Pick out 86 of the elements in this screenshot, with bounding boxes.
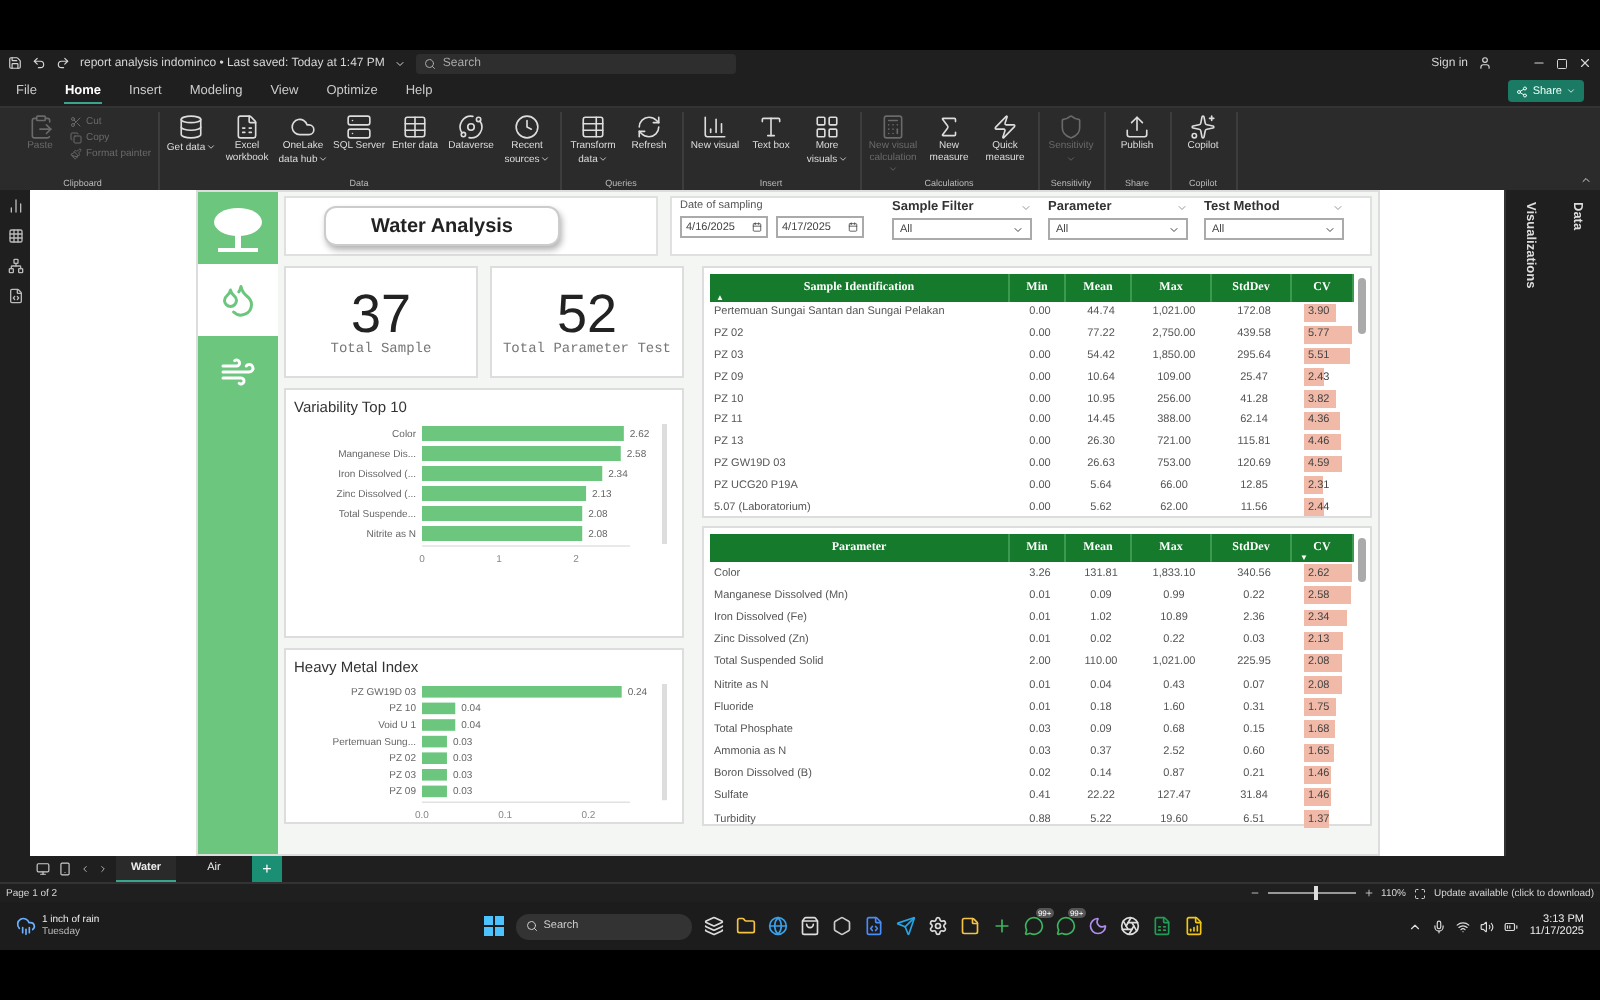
paper-plane-icon[interactable] bbox=[895, 916, 916, 936]
bar bbox=[422, 735, 447, 748]
close-icon[interactable] bbox=[1578, 56, 1592, 70]
chat-icon[interactable] bbox=[1023, 916, 1044, 936]
search-icon bbox=[525, 920, 538, 932]
phone-icon[interactable] bbox=[58, 862, 72, 876]
moon-icon[interactable] bbox=[1087, 916, 1108, 936]
tree-logo bbox=[210, 204, 266, 256]
copy-icon bbox=[70, 132, 82, 144]
microphone-icon[interactable] bbox=[1431, 919, 1446, 933]
scrollbar[interactable] bbox=[662, 424, 667, 544]
lightning-icon bbox=[992, 114, 1019, 140]
cloud-icon bbox=[290, 114, 317, 140]
wind-icon bbox=[220, 354, 256, 390]
bar bbox=[422, 752, 447, 764]
store-icon[interactable] bbox=[799, 916, 820, 936]
calculator-icon bbox=[880, 114, 907, 140]
scrollbar-thumb[interactable] bbox=[1358, 538, 1366, 582]
clipboard-icon bbox=[27, 114, 53, 140]
report-icon[interactable] bbox=[1183, 916, 1204, 936]
plus-icon[interactable] bbox=[991, 916, 1012, 936]
kpi-value: 52 bbox=[556, 287, 618, 341]
orbit-icon bbox=[458, 114, 485, 140]
rain-cloud-icon[interactable] bbox=[16, 916, 36, 936]
spreadsheet-icon bbox=[234, 114, 261, 140]
table-icon bbox=[402, 114, 429, 140]
droplets-icon bbox=[220, 282, 256, 318]
bar bbox=[422, 702, 456, 715]
grid-icon bbox=[814, 114, 841, 140]
bar bbox=[422, 719, 456, 731]
aperture-icon[interactable] bbox=[1119, 916, 1140, 936]
database-icon bbox=[178, 114, 205, 140]
folder-icon[interactable] bbox=[735, 916, 756, 936]
kpi-value: 37 bbox=[350, 287, 412, 341]
calendar-icon bbox=[752, 222, 762, 232]
server-icon bbox=[346, 114, 373, 140]
chevron-left-icon[interactable] bbox=[80, 864, 90, 874]
paintbrush-icon bbox=[70, 148, 82, 160]
hexagon-icon[interactable] bbox=[831, 916, 852, 936]
zoom-thumb[interactable] bbox=[1313, 886, 1318, 900]
bar bbox=[422, 785, 447, 798]
calendar-icon bbox=[848, 222, 858, 232]
battery-icon[interactable] bbox=[1503, 919, 1518, 933]
refresh-icon bbox=[636, 114, 663, 140]
chevron-right-icon[interactable] bbox=[98, 864, 108, 874]
undo-icon[interactable] bbox=[32, 56, 46, 70]
chat-icon[interactable] bbox=[1055, 916, 1076, 936]
report-title: Water Analysis bbox=[324, 206, 560, 246]
minimize-icon[interactable] bbox=[1532, 56, 1546, 70]
bar bbox=[422, 769, 447, 781]
spreadsheet-icon[interactable] bbox=[1151, 916, 1172, 936]
wifi-icon[interactable] bbox=[1455, 919, 1470, 933]
share-icon bbox=[1516, 85, 1529, 97]
table-icon bbox=[580, 114, 607, 140]
sparkles-icon bbox=[1190, 114, 1217, 140]
windows-logo[interactable] bbox=[483, 916, 504, 936]
chevron-down-icon bbox=[1566, 86, 1576, 96]
scrollbar[interactable] bbox=[662, 684, 667, 801]
speaker-icon[interactable] bbox=[1479, 919, 1494, 933]
chevron-down-icon[interactable] bbox=[394, 57, 407, 69]
desktop-icon[interactable] bbox=[36, 862, 50, 876]
upload-icon bbox=[1124, 114, 1151, 140]
chevron-up-icon[interactable] bbox=[1407, 919, 1422, 933]
code-icon[interactable] bbox=[863, 916, 884, 936]
gear-icon[interactable] bbox=[927, 916, 948, 936]
globe-icon[interactable] bbox=[767, 916, 788, 936]
query-view-icon[interactable] bbox=[7, 288, 23, 304]
zoom-out-icon[interactable] bbox=[1249, 888, 1260, 898]
add-page-button[interactable]: + bbox=[252, 856, 282, 882]
model-view-icon[interactable] bbox=[7, 258, 23, 274]
save-icon[interactable] bbox=[8, 56, 22, 70]
clock-icon bbox=[514, 114, 541, 140]
report-view-icon[interactable] bbox=[7, 198, 23, 214]
redo-icon[interactable] bbox=[56, 56, 70, 70]
table-view-icon[interactable] bbox=[7, 228, 23, 244]
user-icon[interactable] bbox=[1478, 56, 1492, 70]
scissors-icon bbox=[70, 116, 82, 128]
scrollbar-thumb[interactable] bbox=[1358, 278, 1366, 334]
note-icon[interactable] bbox=[959, 916, 980, 936]
bar-chart-icon bbox=[702, 114, 729, 140]
text-box-icon bbox=[758, 114, 785, 140]
collapse-icon[interactable] bbox=[1580, 174, 1592, 186]
search-icon bbox=[424, 57, 437, 69]
maximize-icon[interactable] bbox=[1556, 57, 1568, 69]
zoom-in-icon[interactable] bbox=[1363, 888, 1374, 898]
shield-icon bbox=[1058, 114, 1085, 140]
